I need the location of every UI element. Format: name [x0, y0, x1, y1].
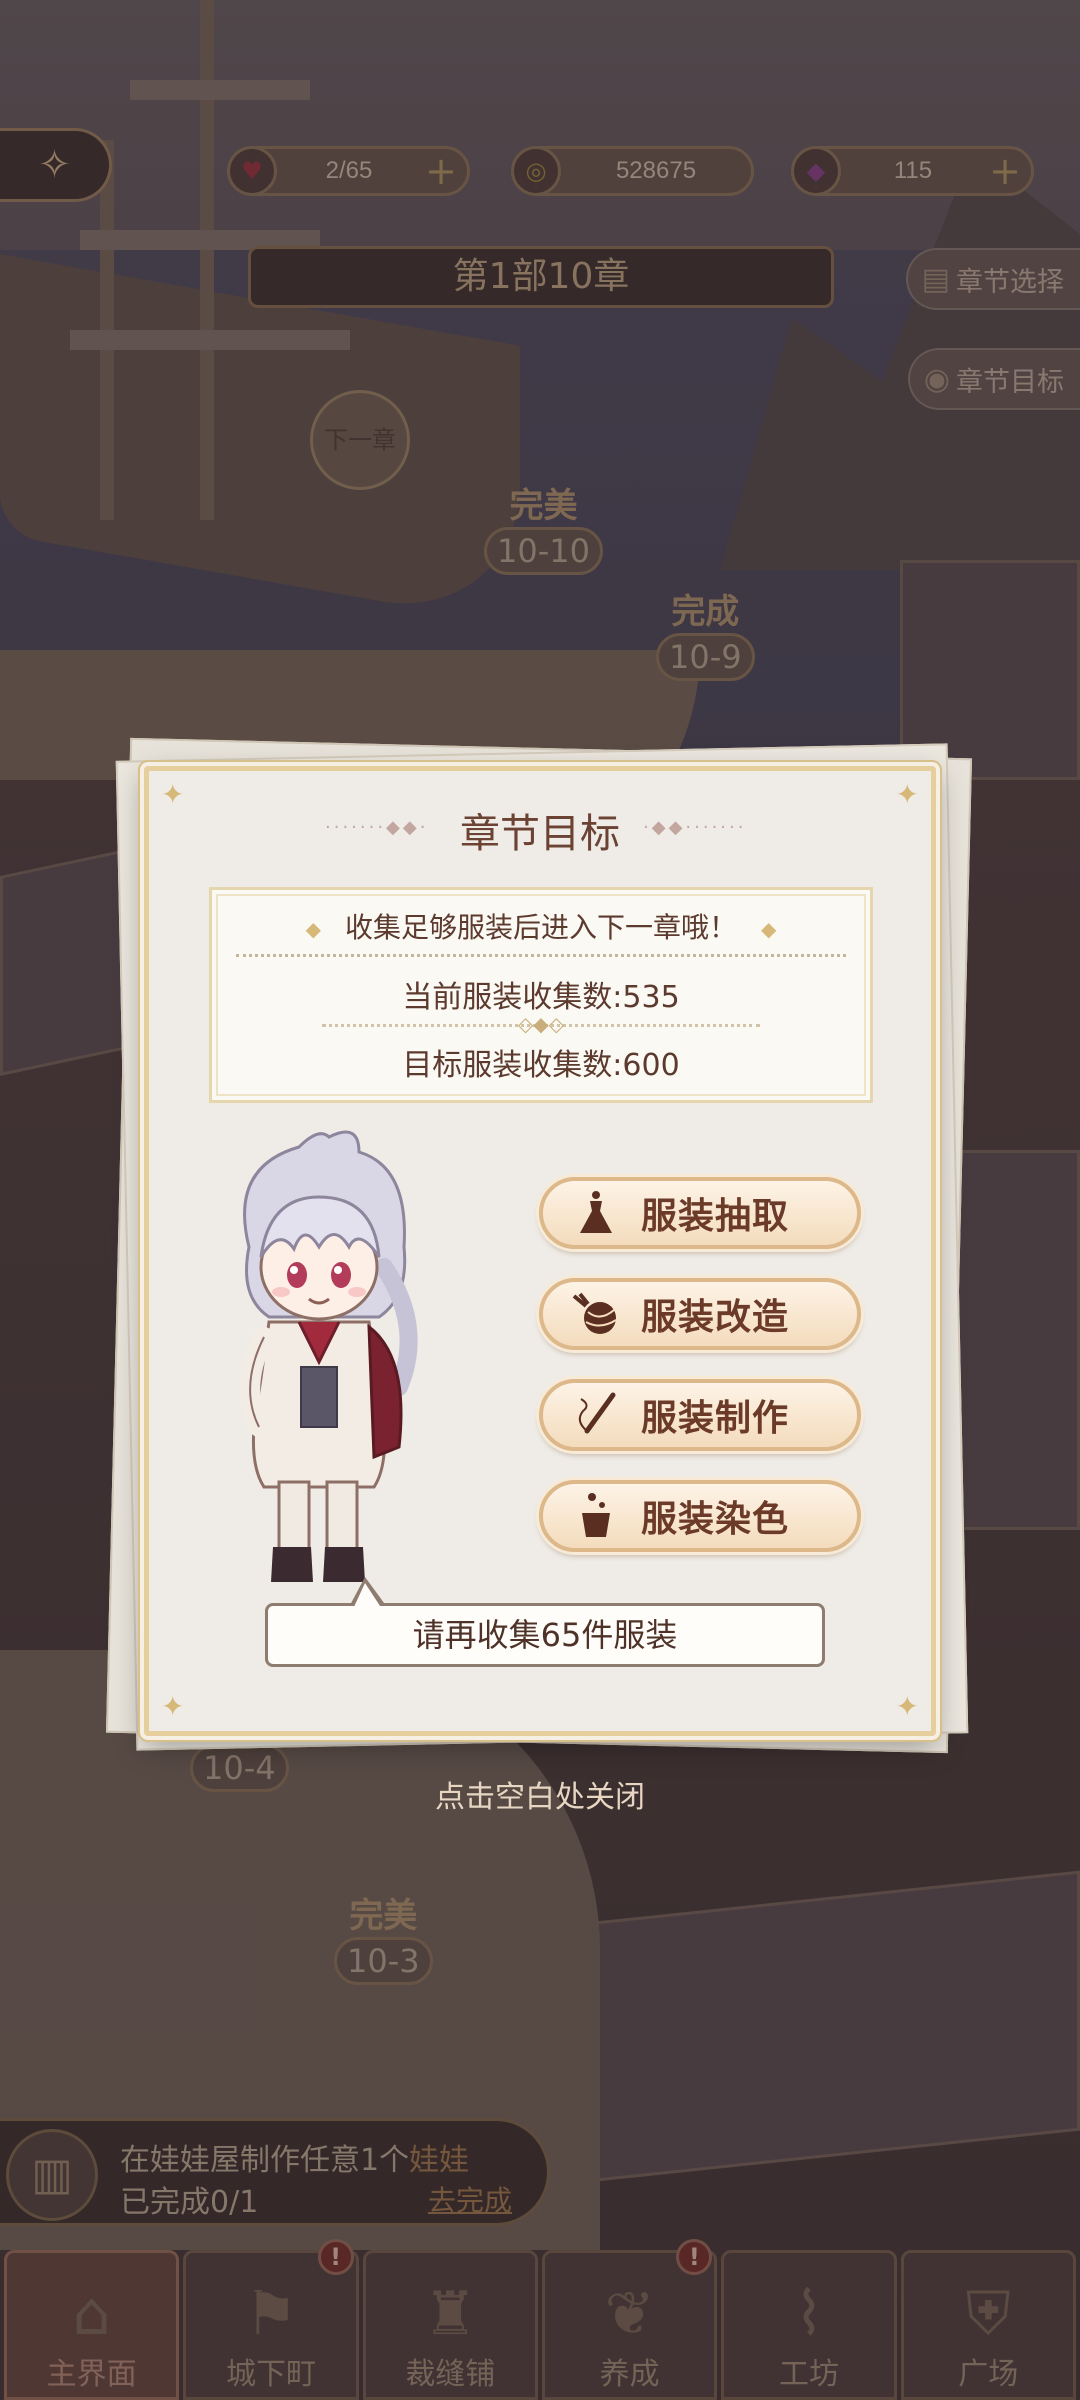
corner-sparkle-icon: ✦ — [895, 1690, 919, 1723]
character-avatar — [240, 1130, 418, 1582]
costume-dye-label: 服装染色 — [641, 1499, 790, 1540]
dress-icon — [565, 1182, 627, 1244]
dye-icon — [565, 1485, 627, 1547]
costume-remake-button[interactable]: 服装改造 — [539, 1278, 861, 1350]
title-ornament-right: ·◆◆······· — [643, 817, 747, 838]
divider-ornament: ◇◆◇ — [517, 1012, 565, 1036]
costume-remake-label: 服装改造 — [641, 1297, 790, 1338]
costume-make-button[interactable]: 服装制作 — [539, 1379, 861, 1451]
close-hint: 点击空白处关闭 — [435, 1780, 645, 1815]
target-collection: 目标服装收集数:600 — [402, 1048, 680, 1083]
costume-make-label: 服装制作 — [641, 1398, 790, 1439]
costume-draw-label: 服装抽取 — [641, 1196, 790, 1237]
chapter-goal-dialog: ✦ ✦ ✦ ✦ ·······◆◆· 章节目标 ·◆◆······· ◆ 收集足够… — [144, 766, 936, 1736]
divider — [236, 954, 846, 957]
speech-bubble: 请再收集65件服装 — [265, 1603, 825, 1667]
current-collection: 当前服装收集数:535 — [402, 980, 680, 1015]
yarn-icon — [565, 1283, 627, 1345]
diamond-icon: ◆ — [305, 917, 321, 941]
goal-tip-text: 收集足够服装后进入下一章哦！ — [344, 911, 737, 944]
needle-icon — [565, 1384, 627, 1446]
goal-info-box: ◆ 收集足够服装后进入下一章哦！ ◆ 当前服装收集数:535 ◇◆◇ 目标服装收集数… — [209, 887, 873, 1103]
goal-tip: ◆ 收集足够服装后进入下一章哦！ ◆ — [212, 906, 870, 946]
costume-draw-button[interactable]: 服装抽取 — [539, 1177, 861, 1249]
dialog-title: 章节目标 — [460, 811, 620, 857]
corner-sparkle-icon: ✦ — [161, 1690, 185, 1723]
diamond-icon: ◆ — [761, 917, 777, 941]
speech-tail — [353, 1583, 382, 1609]
costume-dye-button[interactable]: 服装染色 — [539, 1480, 861, 1552]
